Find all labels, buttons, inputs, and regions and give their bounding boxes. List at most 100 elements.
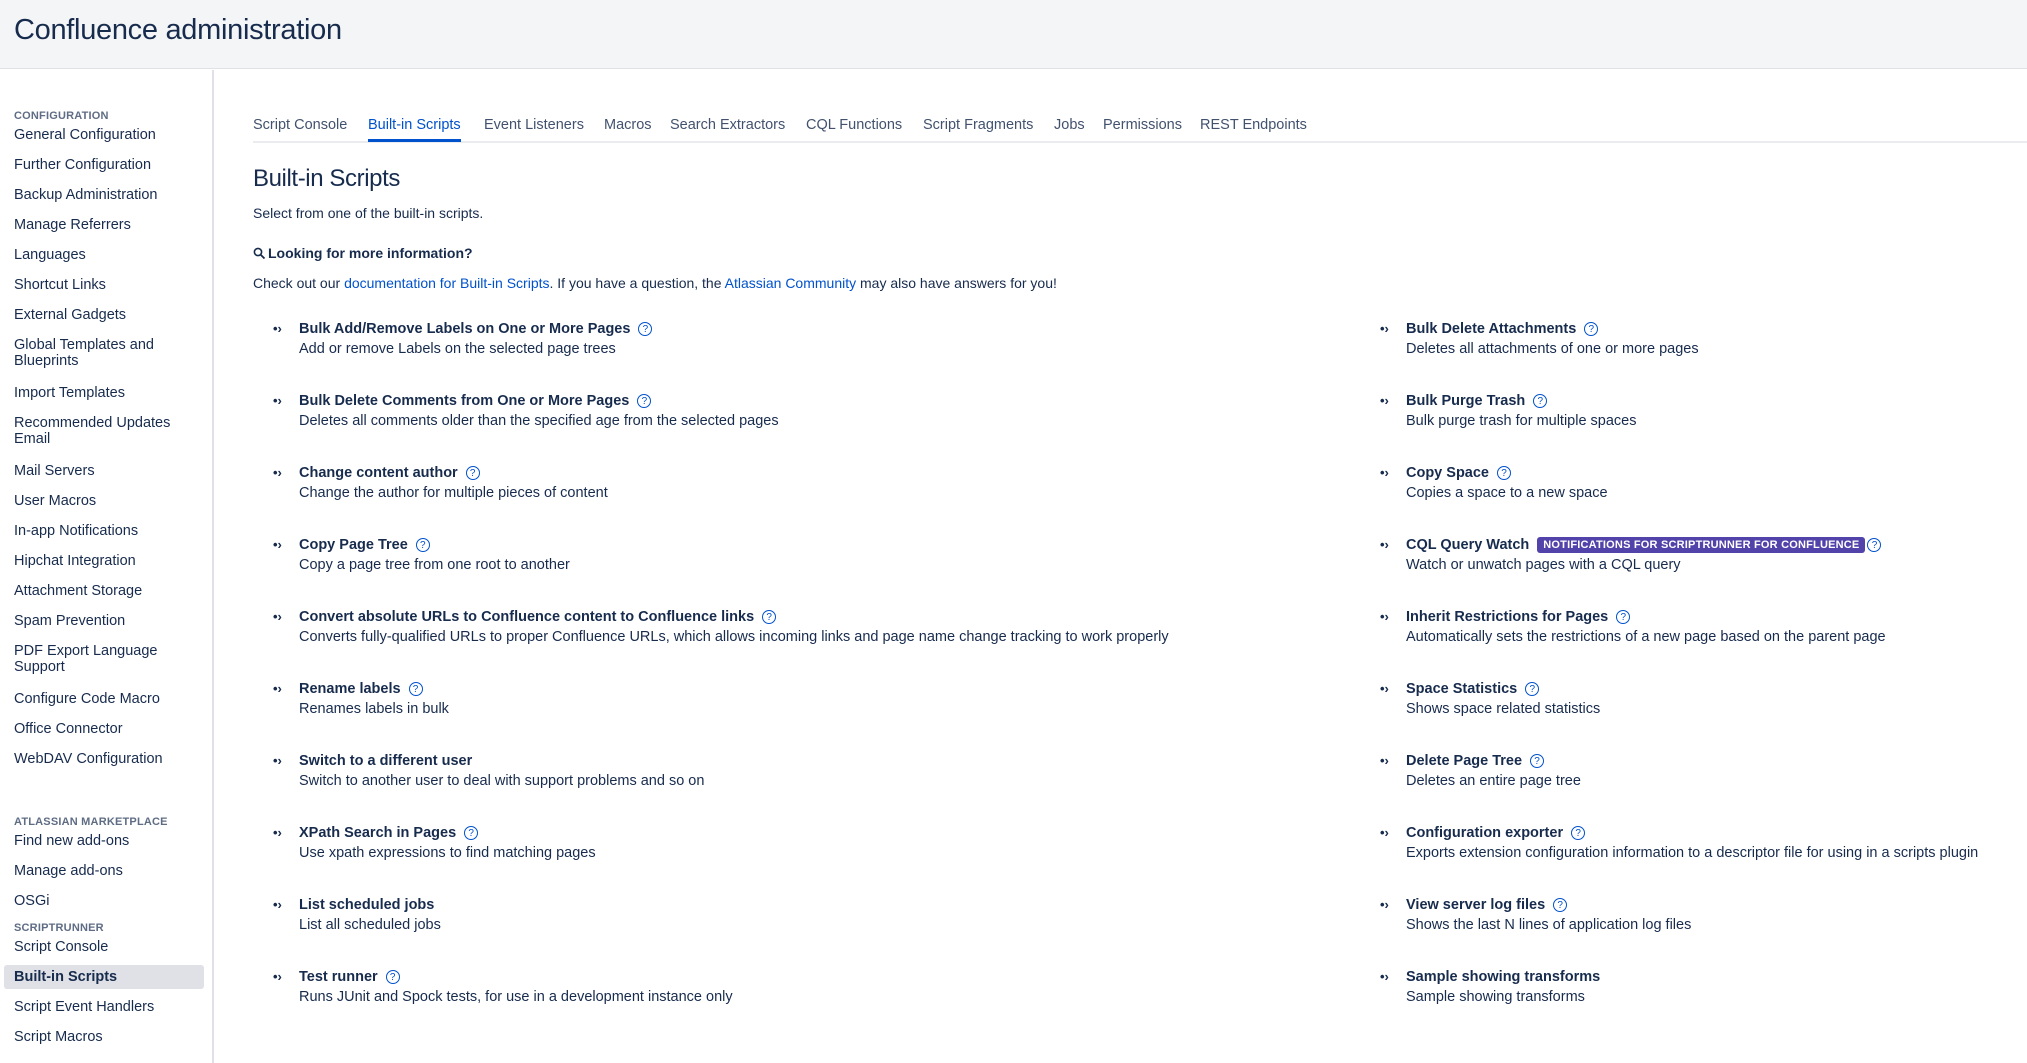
sidebar-item-find-new-add-ons[interactable]: Find new add-ons [4,829,204,853]
script-link[interactable]: Bulk Delete Comments from One or More Pa… [299,393,652,409]
sidebar-item-script-console[interactable]: Script Console [4,935,204,959]
notifications-badge: NOTIFICATIONS FOR SCRIPTRUNNER FOR CONFL… [1537,537,1866,553]
script-link[interactable]: Rename labels? [299,681,423,697]
script-title: Change content author [299,465,458,481]
tab-permissions[interactable]: Permissions [1103,117,1182,139]
tab-jobs[interactable]: Jobs [1054,117,1085,139]
sidebar-section-heading: CONFIGURATION [14,110,109,122]
sidebar-item-spam-prevention[interactable]: Spam Prevention [4,609,204,633]
sidebar-item-manage-add-ons[interactable]: Manage add-ons [4,859,204,883]
documentation-link[interactable]: documentation for Built-in Scripts [344,275,549,291]
sidebar-item-external-gadgets[interactable]: External Gadgets [4,303,204,327]
help-icon[interactable]: ? [762,610,777,624]
info-heading-text: Looking for more information? [268,245,473,261]
sidebar-item-general-configuration[interactable]: General Configuration [4,123,204,147]
page-header-title: Confluence administration [14,14,342,46]
help-icon[interactable]: ? [1553,898,1568,912]
script-link[interactable]: Sample showing transforms [1406,969,1600,985]
help-icon[interactable]: ? [1571,826,1586,840]
help-icon[interactable]: ? [1533,394,1548,408]
sidebar-item-user-macros[interactable]: User Macros [4,489,204,513]
sidebar-item-further-configuration[interactable]: Further Configuration [4,153,204,177]
tab-event-listeners[interactable]: Event Listeners [484,117,584,139]
tab-built-in-scripts[interactable]: Built-in Scripts [368,117,461,142]
script-link[interactable]: Copy Space? [1406,465,1511,481]
sidebar-item-import-templates[interactable]: Import Templates [4,381,204,405]
help-icon[interactable]: ? [408,682,423,696]
page-title: Built-in Scripts [253,165,400,192]
bullet-arrow-icon: •› [273,537,282,552]
help-icon[interactable]: ? [1867,538,1882,552]
sidebar-item-webdav-configuration[interactable]: WebDAV Configuration [4,747,204,771]
script-link[interactable]: Copy Page Tree? [299,537,430,553]
script-link[interactable]: Change content author? [299,465,480,481]
tab-search-extractors[interactable]: Search Extractors [670,117,785,139]
sidebar-item-hipchat-integration[interactable]: Hipchat Integration [4,549,204,573]
tab-rest-endpoints[interactable]: REST Endpoints [1200,117,1307,139]
sidebar-item-languages[interactable]: Languages [4,243,204,267]
sidebar-item-configure-code-macro[interactable]: Configure Code Macro [4,687,204,711]
tab-script-fragments[interactable]: Script Fragments [923,117,1033,139]
script-title: Bulk Delete Attachments [1406,321,1577,337]
script-link[interactable]: Inherit Restrictions for Pages? [1406,609,1631,625]
help-icon[interactable]: ? [1497,466,1511,480]
help-icon[interactable]: ? [1584,322,1599,336]
sidebar-item-built-in-scripts[interactable]: Built-in Scripts [4,965,204,989]
script-title: List scheduled jobs [299,897,435,913]
sidebar-item-backup-administration[interactable]: Backup Administration [4,183,204,207]
script-description: Change the author for multiple pieces of… [299,485,608,501]
script-link[interactable]: Space Statistics? [1406,681,1540,697]
bullet-arrow-icon: •› [1380,969,1389,984]
tab-cql-functions[interactable]: CQL Functions [806,117,902,139]
sidebar-item-osgi[interactable]: OSGi [4,889,204,913]
sidebar-item-script-event-handlers[interactable]: Script Event Handlers [4,995,204,1019]
script-title: Copy Page Tree [299,537,408,553]
script-link[interactable]: Bulk Purge Trash? [1406,393,1548,409]
help-icon[interactable]: ? [1616,610,1631,624]
help-icon[interactable]: ? [464,826,479,840]
script-title: Rename labels [299,681,401,697]
help-icon[interactable]: ? [385,970,400,984]
atlassian-community-link[interactable]: Atlassian Community [725,275,857,291]
sidebar-item-attachment-storage[interactable]: Attachment Storage [4,579,204,603]
bullet-arrow-icon: •› [1380,465,1389,480]
sidebar-item-in-app-notifications[interactable]: In-app Notifications [4,519,204,543]
sidebar-item-manage-referrers[interactable]: Manage Referrers [4,213,204,237]
sidebar-section-heading: SCRIPTRUNNER [14,922,104,934]
script-link[interactable]: List scheduled jobs [299,897,434,913]
script-link[interactable]: CQL Query Watch NOTIFICATIONS FOR SCRIPTR… [1406,537,1882,553]
bullet-arrow-icon: •› [273,681,282,696]
sidebar-item-script-macros[interactable]: Script Macros [4,1025,204,1049]
script-link[interactable]: Convert absolute URLs to Confluence cont… [299,609,777,625]
script-link[interactable]: Delete Page Tree? [1406,753,1545,769]
script-link[interactable]: Bulk Delete Attachments? [1406,321,1599,337]
tab-macros[interactable]: Macros [604,117,652,139]
script-link[interactable]: Bulk Add/Remove Labels on One or More Pa… [299,321,653,337]
search-icon [253,247,266,259]
sidebar-item-shortcut-links[interactable]: Shortcut Links [4,273,204,297]
help-icon[interactable]: ? [415,538,430,552]
sidebar-item-pdf-export-language-support[interactable]: PDF Export Language Support [4,639,204,679]
script-link[interactable]: Switch to a different user [299,753,472,769]
info-text-part: may also have answers for you! [856,275,1057,291]
script-link[interactable]: Test runner? [299,969,400,985]
sidebar-item-recommended-updates-email[interactable]: Recommended Updates Email [4,411,204,451]
bullet-arrow-icon: •› [273,897,282,912]
sidebar-item-office-connector[interactable]: Office Connector [4,717,204,741]
help-icon[interactable]: ? [1525,682,1540,696]
script-link[interactable]: Configuration exporter? [1406,825,1586,841]
script-description: Runs JUnit and Spock tests, for use in a… [299,989,733,1005]
help-icon[interactable]: ? [638,322,653,336]
help-icon[interactable]: ? [465,466,480,480]
info-text: Check out our documentation for Built-in… [253,275,1057,291]
bullet-arrow-icon: •› [273,465,282,480]
script-link[interactable]: XPath Search in Pages? [299,825,479,841]
help-icon[interactable]: ? [637,394,652,408]
script-title: CQL Query Watch [1406,537,1530,553]
help-icon[interactable]: ? [1530,754,1545,768]
script-link[interactable]: View server log files? [1406,897,1568,913]
tab-script-console[interactable]: Script Console [253,117,347,139]
script-title: Sample showing transforms [1406,969,1601,985]
sidebar-item-mail-servers[interactable]: Mail Servers [4,459,204,483]
sidebar-item-global-templates-and-blueprints[interactable]: Global Templates and Blueprints [4,333,204,373]
